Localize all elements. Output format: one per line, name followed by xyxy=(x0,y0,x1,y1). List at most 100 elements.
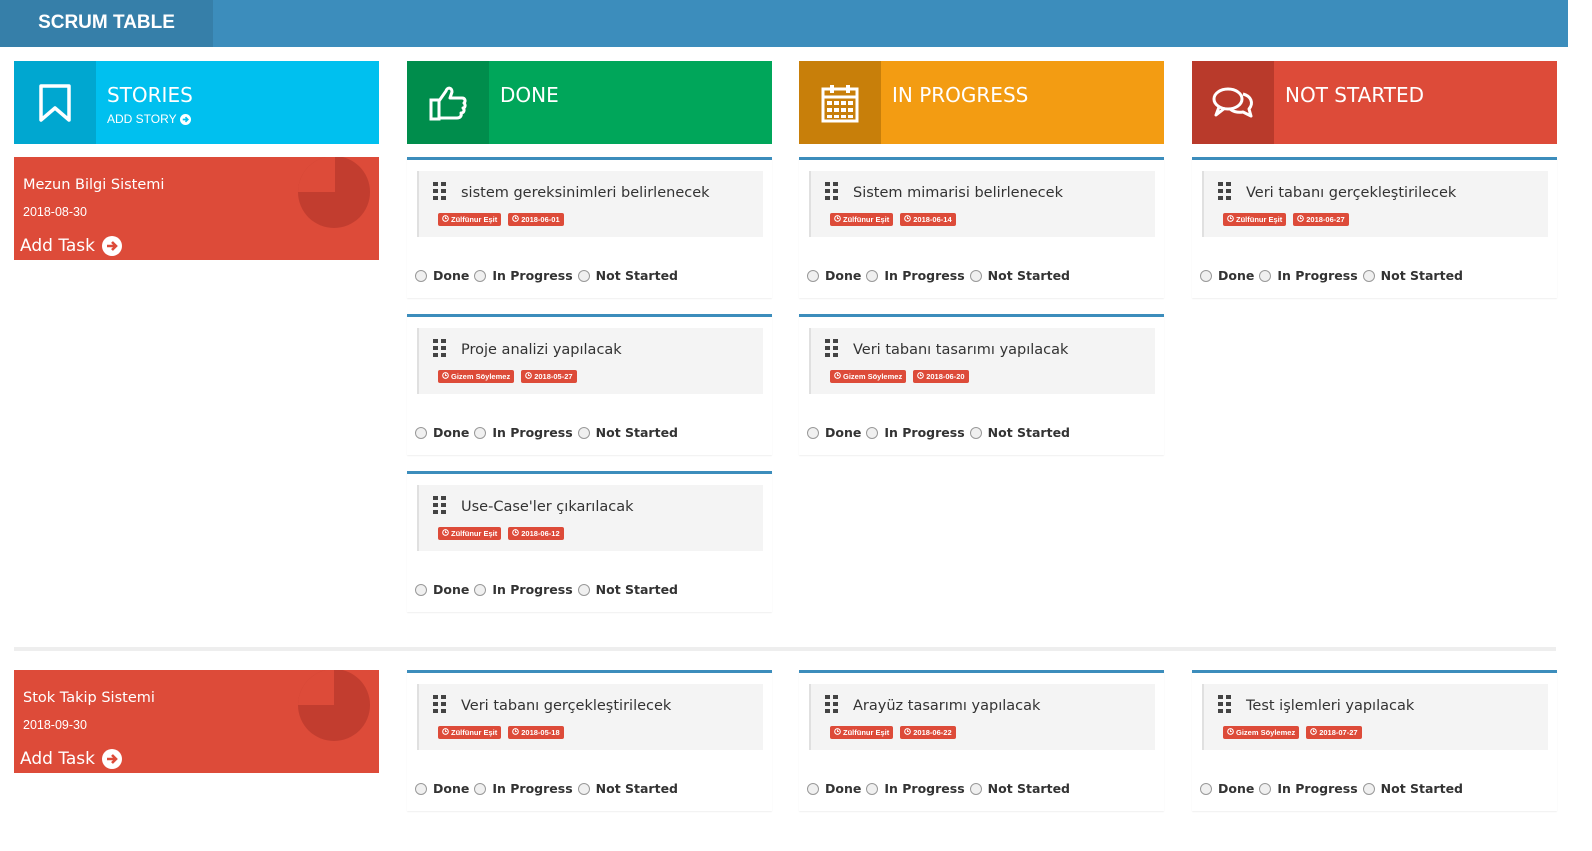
arrow-circle-right-icon xyxy=(179,113,191,125)
drag-handle-icon[interactable] xyxy=(433,182,447,205)
radio-not-started[interactable] xyxy=(577,426,590,439)
radio-not-started[interactable] xyxy=(969,782,982,795)
radio-done[interactable] xyxy=(415,269,427,282)
task-item[interactable]: Use-Case'ler çıkarılacak Zülfünur Eşit 201… xyxy=(417,485,763,551)
radio-in-progress[interactable] xyxy=(866,426,879,439)
assignee-badge: Zülfünur Eşit xyxy=(438,527,502,540)
drag-handle-icon[interactable] xyxy=(825,695,839,718)
radio-done-label: Done xyxy=(433,781,470,796)
due-date: 2018-07-27 xyxy=(1319,728,1358,737)
radio-done[interactable] xyxy=(415,583,427,596)
assignee-badge: Zülfünur Eşit xyxy=(1223,213,1287,226)
app-logo[interactable]: SCRUM TABLE xyxy=(0,0,213,47)
radio-done[interactable] xyxy=(1200,782,1212,795)
assignee-name: Zülfünur Eşit xyxy=(451,529,498,538)
radio-in-progress[interactable] xyxy=(1259,782,1272,795)
radio-not-started[interactable] xyxy=(969,426,982,439)
due-date: 2018-06-12 xyxy=(521,529,560,538)
task-item[interactable]: Test işlemleri yapılacak Gizem Söylemez 20… xyxy=(1202,684,1548,750)
pie-chart-icon xyxy=(298,670,370,741)
drag-handle-icon[interactable] xyxy=(433,339,447,362)
radio-not-started-label: Not Started xyxy=(595,582,678,597)
radio-not-started[interactable] xyxy=(1362,782,1375,795)
radio-not-started-label: Not Started xyxy=(987,268,1070,283)
status-radio-group: Done In Progress Not Started xyxy=(807,781,1072,796)
task-card: Test işlemleri yapılacak Gizem Söylemez 20… xyxy=(1192,670,1557,811)
radio-done-label: Done xyxy=(433,268,470,283)
task-title: Test işlemleri yapılacak xyxy=(1246,698,1415,714)
task-item[interactable]: Veri tabanı gerçekleştirilecek Zülfünur E… xyxy=(1202,171,1548,237)
status-radio-group: Done In Progress Not Started xyxy=(415,268,680,283)
radio-not-started-label: Not Started xyxy=(595,425,678,440)
clock-icon xyxy=(1297,214,1305,225)
due-date-badge: 2018-06-22 xyxy=(900,726,956,739)
assignee-name: Zülfünur Eşit xyxy=(843,215,890,224)
clock-icon xyxy=(834,727,841,738)
task-item[interactable]: Arayüz tasarımı yapılacak Zülfünur Eşit 20… xyxy=(809,684,1155,750)
radio-not-started[interactable] xyxy=(577,583,590,596)
add-task-button[interactable]: Add Task xyxy=(20,749,123,769)
task-item[interactable]: Veri tabanı gerçekleştirilecek Zülfünur E… xyxy=(417,684,763,750)
drag-handle-icon[interactable] xyxy=(433,496,447,519)
due-date-badge: 2018-06-27 xyxy=(1293,213,1349,226)
radio-done-label: Done xyxy=(433,425,470,440)
not-started-header: NOT STARTED xyxy=(1192,61,1557,144)
radio-done[interactable] xyxy=(807,426,819,439)
done-title: DONE xyxy=(500,83,559,107)
task-title: Veri tabanı gerçekleştirilecek xyxy=(1246,185,1457,201)
add-story-link[interactable]: ADD STORY xyxy=(107,112,193,126)
radio-in-progress[interactable] xyxy=(866,782,879,795)
story-date: 2018-09-30 xyxy=(23,718,87,732)
task-card: Veri tabanı gerçekleştirilecek Zülfünur E… xyxy=(407,670,772,811)
due-date-badge: 2018-06-20 xyxy=(913,370,969,383)
due-date-badge: 2018-07-27 xyxy=(1306,726,1362,739)
drag-handle-icon[interactable] xyxy=(825,339,839,362)
status-radio-group: Done In Progress Not Started xyxy=(1200,268,1465,283)
radio-not-started[interactable] xyxy=(577,782,590,795)
radio-in-progress[interactable] xyxy=(474,583,487,596)
story-date: 2018-08-30 xyxy=(23,205,87,219)
radio-done[interactable] xyxy=(415,782,427,795)
assignee-badge: Gizem Söylemez xyxy=(830,370,907,383)
task-item[interactable]: Proje analizi yapılacak Gizem Söylemez 201… xyxy=(417,328,763,394)
status-radio-group: Done In Progress Not Started xyxy=(807,268,1072,283)
radio-not-started[interactable] xyxy=(1362,269,1375,282)
clock-icon xyxy=(512,727,520,738)
radio-in-progress[interactable] xyxy=(866,269,879,282)
radio-in-progress[interactable] xyxy=(474,782,487,795)
clock-icon xyxy=(512,528,520,539)
assignee-badge: Zülfünur Eşit xyxy=(438,213,502,226)
due-date: 2018-06-01 xyxy=(521,215,560,224)
comments-icon xyxy=(1192,61,1274,144)
add-task-button[interactable]: Add Task xyxy=(20,236,123,256)
task-item[interactable]: Sistem mimarisi belirlenecek Zülfünur Eşi… xyxy=(809,171,1155,237)
drag-handle-icon[interactable] xyxy=(433,695,447,718)
radio-done[interactable] xyxy=(1200,269,1212,282)
clock-icon xyxy=(442,528,449,539)
clock-icon xyxy=(1310,727,1318,738)
drag-handle-icon[interactable] xyxy=(825,182,839,205)
drag-handle-icon[interactable] xyxy=(1218,695,1232,718)
radio-not-started[interactable] xyxy=(577,269,590,282)
status-radio-group: Done In Progress Not Started xyxy=(415,425,680,440)
story-divider xyxy=(14,647,1556,651)
radio-not-started[interactable] xyxy=(969,269,982,282)
radio-in-progress[interactable] xyxy=(1259,269,1272,282)
task-item[interactable]: Veri tabanı tasarımı yapılacak Gizem Söyl… xyxy=(809,328,1155,394)
drag-handle-icon[interactable] xyxy=(1218,182,1232,205)
due-date-badge: 2018-06-01 xyxy=(508,213,564,226)
radio-in-progress-label: In Progress xyxy=(884,268,965,283)
clock-icon xyxy=(525,371,533,382)
radio-done[interactable] xyxy=(415,426,427,439)
radio-in-progress-label: In Progress xyxy=(492,582,573,597)
clock-icon xyxy=(442,214,449,225)
radio-done[interactable] xyxy=(807,269,819,282)
clock-icon xyxy=(1227,727,1234,738)
task-item[interactable]: sistem gereksinimleri belirlenecek Zülfün… xyxy=(417,171,763,237)
radio-in-progress[interactable] xyxy=(474,426,487,439)
clock-icon xyxy=(834,214,841,225)
radio-in-progress[interactable] xyxy=(474,269,487,282)
stories-title: STORIES xyxy=(107,83,193,107)
due-date-badge: 2018-05-18 xyxy=(508,726,564,739)
radio-done[interactable] xyxy=(807,782,819,795)
